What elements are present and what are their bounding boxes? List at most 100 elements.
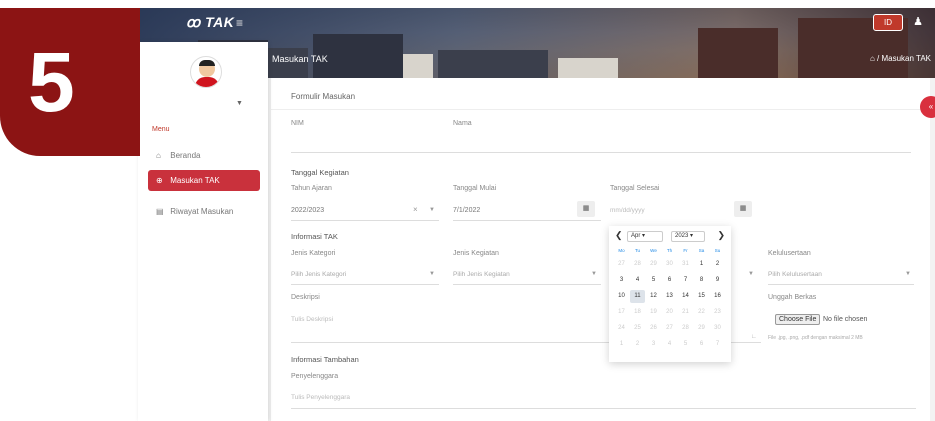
calendar-day[interactable]: 11 xyxy=(630,290,645,303)
divider xyxy=(291,220,439,221)
calendar-day[interactable]: 19 xyxy=(646,306,661,319)
calendar-day[interactable]: 3 xyxy=(614,274,629,287)
jenis-kategori-select[interactable]: Pilih Jenis Kategori xyxy=(291,271,346,278)
weekday-header: Sa xyxy=(698,248,705,253)
calendar-day[interactable]: 3 xyxy=(646,338,661,351)
month-value: Apr xyxy=(631,233,641,239)
tahun-ajaran-label: Tahun Ajaran xyxy=(291,185,332,192)
calendar-day[interactable]: 7 xyxy=(678,274,693,287)
penyelenggara-input[interactable]: Tulis Penyelenggara xyxy=(291,394,350,401)
calendar-day[interactable]: 5 xyxy=(678,338,693,351)
calendar-day[interactable]: 31 xyxy=(678,258,693,271)
penyelenggara-label: Penyelenggara xyxy=(291,373,339,380)
divider xyxy=(768,284,914,285)
avatar[interactable] xyxy=(190,56,222,88)
collapse-button[interactable]: « xyxy=(920,96,935,118)
divider xyxy=(453,220,601,221)
choose-file-button[interactable]: Choose File xyxy=(775,314,821,325)
chevron-left-icon[interactable]: ❮ xyxy=(615,230,623,241)
weekday-header: Mo xyxy=(618,248,625,253)
calendar-day[interactable]: 24 xyxy=(614,322,629,335)
jenis-kegiatan-select[interactable]: Pilih Jenis Kegiatan xyxy=(453,271,510,278)
avatar-caret-icon[interactable]: ▼ xyxy=(236,100,243,107)
calendar-day[interactable]: 9 xyxy=(710,274,725,287)
calendar-day[interactable]: 8 xyxy=(694,274,709,287)
step-badge: 5 xyxy=(0,8,140,156)
user-icon[interactable]: ♟ xyxy=(913,15,923,28)
chevron-right-icon[interactable]: ❯ xyxy=(717,230,725,241)
calendar-day[interactable]: 27 xyxy=(614,258,629,271)
calendar-icon[interactable]: ▦ xyxy=(734,201,752,217)
calendar-day[interactable]: 22 xyxy=(694,306,709,319)
unggah-berkas-label: Unggah Berkas xyxy=(768,294,817,301)
calendar-day[interactable]: 28 xyxy=(630,258,645,271)
resize-handle-icon[interactable]: ∟ xyxy=(751,334,757,340)
calendar-day[interactable]: 20 xyxy=(662,306,677,319)
clear-icon[interactable]: × xyxy=(413,205,418,214)
divider xyxy=(271,109,930,110)
calendar-day[interactable]: 12 xyxy=(646,290,661,303)
calendar-icon[interactable]: ▦ xyxy=(577,201,595,217)
calendar-day[interactable]: 16 xyxy=(710,290,725,303)
deskripsi-textarea[interactable]: Tulis Deskripsi xyxy=(291,316,333,323)
calendar-day[interactable]: 23 xyxy=(710,306,725,319)
divider xyxy=(453,284,601,285)
history-icon: ▤ xyxy=(156,207,164,216)
calendar-day[interactable]: 14 xyxy=(678,290,693,303)
jenis-kategori-label: Jenis Kategori xyxy=(291,250,336,257)
calendar-day[interactable]: 6 xyxy=(694,338,709,351)
calendar-day[interactable]: 28 xyxy=(678,322,693,335)
sidebar-item-riwayat[interactable]: ▤ Riwayat Masukan xyxy=(148,201,260,222)
calendar-day[interactable]: 2 xyxy=(710,258,725,271)
calendar-day[interactable]: 1 xyxy=(614,338,629,351)
calendar-day[interactable]: 18 xyxy=(630,306,645,319)
kelulusertaan-label: Kelulusertaan xyxy=(768,250,811,257)
calendar-day[interactable]: 17 xyxy=(614,306,629,319)
calendar-day[interactable]: 1 xyxy=(694,258,709,271)
calendar-day[interactable]: 10 xyxy=(614,290,629,303)
calendar-day[interactable]: 27 xyxy=(662,322,677,335)
month-select[interactable]: Apr ▾ xyxy=(627,231,663,242)
tanggal-selesai-input[interactable]: mm/dd/yyyy xyxy=(610,207,645,214)
sidebar-menu-heading: Menu xyxy=(152,126,170,133)
app-logo[interactable]: ꝏ TAK xyxy=(186,14,234,31)
breadcrumb[interactable]: ⌂ / Masukan TAK xyxy=(870,54,931,63)
tanggal-selesai-label: Tanggal Selesai xyxy=(610,185,660,192)
menu-toggle-icon[interactable]: ≡ xyxy=(236,16,243,30)
language-button[interactable]: ID xyxy=(873,14,903,31)
chevron-down-icon[interactable]: ▼ xyxy=(429,271,435,277)
calendar-day[interactable]: 21 xyxy=(678,306,693,319)
nama-label: Nama xyxy=(453,120,472,127)
chevron-down-icon[interactable]: ▼ xyxy=(905,271,911,277)
calendar-day[interactable]: 29 xyxy=(646,258,661,271)
calendar-day[interactable]: 5 xyxy=(646,274,661,287)
calendar-day[interactable]: 29 xyxy=(694,322,709,335)
calendar-day[interactable]: 7 xyxy=(710,338,725,351)
sidebar-item-label: Riwayat Masukan xyxy=(170,207,234,216)
tahun-ajaran-select[interactable]: 2022/2023 xyxy=(291,207,324,214)
calendar-day[interactable]: 4 xyxy=(630,274,645,287)
calendar-day[interactable]: 26 xyxy=(646,322,661,335)
chevron-down-icon[interactable]: ▼ xyxy=(748,271,754,277)
calendar-day[interactable]: 4 xyxy=(662,338,677,351)
calendar-day[interactable]: 6 xyxy=(662,274,677,287)
calendar-day[interactable]: 25 xyxy=(630,322,645,335)
building-silhouette xyxy=(438,50,548,78)
sidebar-item-masukan-tak[interactable]: ⊕ Masukan TAK xyxy=(148,170,260,191)
calendar-day[interactable]: 2 xyxy=(630,338,645,351)
building-silhouette xyxy=(558,58,618,78)
kelulusertaan-select[interactable]: Pilih Kelulusertaan xyxy=(768,271,822,278)
calendar-day[interactable]: 30 xyxy=(710,322,725,335)
chevron-down-icon[interactable]: ▼ xyxy=(591,271,597,277)
section-informasi-tak: Informasi TAK xyxy=(291,232,338,241)
sidebar-item-label: Beranda xyxy=(170,151,201,160)
chevron-down-icon[interactable]: ▼ xyxy=(429,207,435,213)
sidebar-item-beranda[interactable]: ⌂ Beranda xyxy=(148,145,260,166)
calendar-day[interactable]: 13 xyxy=(662,290,677,303)
weekday-header: We xyxy=(650,248,657,253)
year-select[interactable]: 2023 ▾ xyxy=(671,231,705,242)
calendar-day[interactable]: 15 xyxy=(694,290,709,303)
calendar-day[interactable]: 30 xyxy=(662,258,677,271)
tanggal-mulai-input[interactable]: 7/1/2022 xyxy=(453,207,480,214)
form-title: Formulir Masukan xyxy=(291,92,356,101)
